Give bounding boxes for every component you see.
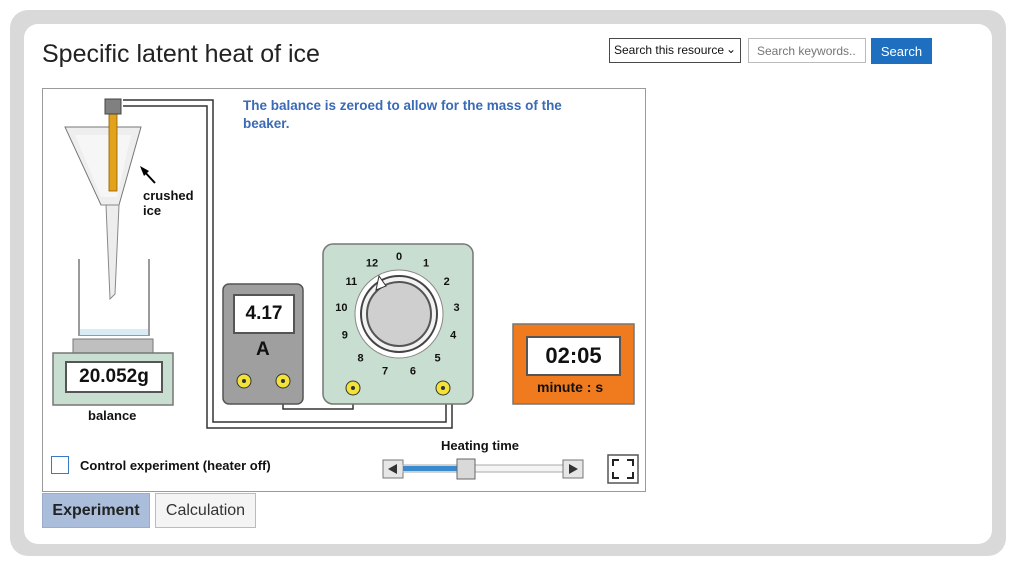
funnel-with-ice <box>64 98 142 301</box>
dial-number: 3 <box>454 302 460 314</box>
heating-time-label: Heating time <box>441 438 520 453</box>
search-scope-value: Search this resource <box>614 43 725 57</box>
simulation-panel: 0 1 2 3 4 5 6 7 8 9 10 11 12 The balance is zeroed t… <box>42 88 646 492</box>
search-button[interactable]: Search <box>871 38 932 64</box>
ice-label-line1: crushed <box>143 188 194 203</box>
dial-number: 8 <box>357 352 363 364</box>
heater-dial-panel <box>322 243 474 405</box>
dial-number: 2 <box>444 276 450 288</box>
status-note: The balance is zeroed to allow for the m… <box>243 98 562 131</box>
dial-number: 5 <box>434 352 440 364</box>
ammeter-reading: 4.17 <box>233 294 295 334</box>
dial-number: 6 <box>410 365 416 377</box>
ammeter-unit: A <box>256 339 270 360</box>
dial-number: 7 <box>382 365 388 377</box>
tab-calculation[interactable]: Calculation <box>155 493 256 528</box>
balance-label: balance <box>88 408 137 423</box>
dial-number: 9 <box>342 330 348 342</box>
chevron-down-icon: ⌄ <box>725 42 736 56</box>
dial-number: 4 <box>450 330 457 342</box>
dial-number: 11 <box>345 276 357 288</box>
slider-thumb[interactable] <box>456 458 476 480</box>
control-experiment-checkbox[interactable] <box>51 456 69 474</box>
search-scope-select[interactable]: Search this resource ⌄ <box>609 38 741 63</box>
fullscreen-icon[interactable] <box>607 454 639 484</box>
dial-number: 10 <box>335 302 347 314</box>
page-title: Specific latent heat of ice <box>42 40 320 68</box>
dial-number: 1 <box>423 258 429 270</box>
apparatus-drawing: 0123456789101112 <box>52 98 639 484</box>
slider-fill <box>403 466 457 471</box>
timer-units: minute : s <box>537 379 604 395</box>
dial-number: 12 <box>366 258 378 270</box>
ice-label-line2: ice <box>143 203 162 218</box>
balance-reading: 20.052g <box>65 361 163 393</box>
dial-number: 0 <box>396 251 402 263</box>
tab-experiment[interactable]: Experiment <box>42 493 150 528</box>
timer-reading: 02:05 <box>526 336 621 376</box>
heating-time-slider[interactable] <box>382 458 584 480</box>
control-experiment-label: Control experiment (heater off) <box>80 458 271 473</box>
search-input[interactable] <box>748 38 866 63</box>
